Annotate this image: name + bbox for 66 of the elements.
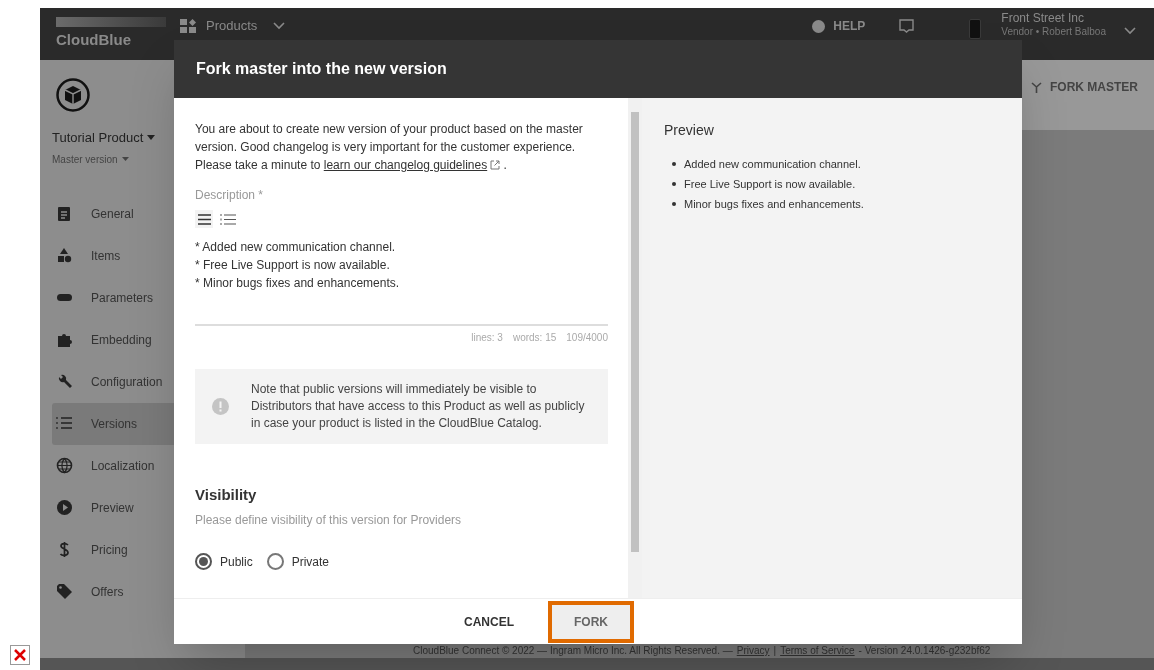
exclamation-icon: [212, 398, 229, 415]
note-text: Note that public versions will immediately be visible to Distributors that have access to this Product as well as publicly in case your product is listed in the CloudBlue Catalog.: [251, 381, 586, 432]
visibility-hint: Please define visibility of this version for Providers: [195, 511, 463, 529]
globe-icon: [56, 457, 73, 474]
sidebar-item[interactable]: Configuration: [52, 360, 245, 403]
preview-heading: Preview: [664, 121, 715, 140]
clipboard-icon: [56, 205, 73, 222]
radio-option[interactable]: Public: [195, 552, 253, 571]
chevron-down-icon: [273, 22, 286, 30]
radio-button[interactable]: [266, 553, 284, 570]
bullet-icon: [672, 162, 676, 166]
visibility-heading: Visibility: [195, 485, 258, 505]
dialog-title: Fork master into the new version: [196, 59, 447, 79]
scrollbar-thumb[interactable]: [631, 112, 639, 552]
caret-icon: [147, 135, 156, 141]
bulleted-list-button[interactable]: [195, 210, 213, 228]
numbered-list-icon: [220, 213, 236, 225]
wrench-icon: [56, 373, 73, 390]
products-menu[interactable]: Products: [180, 16, 286, 36]
preview-item: Free Live Support is now available.: [684, 177, 856, 192]
play-icon: [56, 499, 73, 516]
description-editor[interactable]: * Added new communication channel. * Free Live Support is now available. * Minor bugs fixes and enhancements.: [195, 238, 608, 326]
editor-line: * Minor bugs fixes and enhancements.: [195, 275, 401, 292]
help-icon: [812, 19, 826, 33]
scrollbar[interactable]: [628, 98, 642, 598]
bullet-icon: [672, 202, 676, 206]
list-icon: [56, 415, 73, 432]
fork-master-button[interactable]: FORK MASTER: [1031, 78, 1138, 96]
editor-line: * Free Live Support is now available.: [195, 257, 391, 274]
broken-image-icon: [10, 645, 30, 665]
external-link-icon: [490, 160, 501, 170]
shapes-icon: [56, 247, 73, 264]
preview-item: Added new communication channel.: [684, 157, 861, 172]
cancel-button[interactable]: CANCEL: [454, 604, 524, 639]
version-dropdown[interactable]: Master version: [52, 151, 129, 167]
list-icon: [197, 213, 211, 225]
apps-icon: [180, 19, 198, 33]
separator-text: |: [773, 645, 777, 657]
user-role: Vendor • Robert Balboa: [1001, 25, 1106, 38]
caret-icon: [121, 157, 129, 161]
product-name-dropdown[interactable]: Tutorial Product: [52, 128, 156, 148]
fork-button[interactable]: FORK: [548, 600, 634, 643]
editor-stat: words: 15: [512, 331, 557, 345]
chat-icon[interactable]: [899, 19, 915, 33]
company-name: Front Street Inc: [1001, 12, 1085, 25]
intro-text: You are about to create new version of your product based on the master version. Good changelog is very important for the customer experience. Please take a minute to learn our changelog guidelines .: [195, 121, 584, 174]
sidebar-item[interactable]: Localization: [52, 444, 245, 487]
editor-line: * Added new communication channel.: [195, 239, 397, 256]
puzzle-piece-icon: [56, 331, 73, 348]
description-label: Description *: [195, 187, 265, 204]
editor-stat: 109/4000: [566, 331, 608, 345]
help-button[interactable]: HELP: [812, 17, 866, 35]
bullet-icon: [672, 182, 676, 186]
tag-icon: [56, 583, 73, 600]
preview-item: Minor bugs fixes and enhancements.: [684, 197, 864, 212]
fork-icon: [1031, 81, 1042, 93]
radio-button[interactable]: [195, 553, 212, 570]
privacy-link[interactable]: Privacy: [736, 645, 770, 657]
product-cube-icon: [56, 78, 90, 112]
editor-stat: lines: 3: [471, 331, 503, 345]
radio-option[interactable]: Private: [266, 552, 330, 571]
logo-bar-icon: [56, 16, 166, 27]
chevron-down-icon[interactable]: [1124, 27, 1136, 35]
changelog-guidelines-link[interactable]: learn our changelog guidelines: [323, 158, 488, 172]
sidebar-item[interactable]: Offers: [52, 570, 245, 613]
logo-text[interactable]: CloudBlue: [56, 28, 172, 52]
